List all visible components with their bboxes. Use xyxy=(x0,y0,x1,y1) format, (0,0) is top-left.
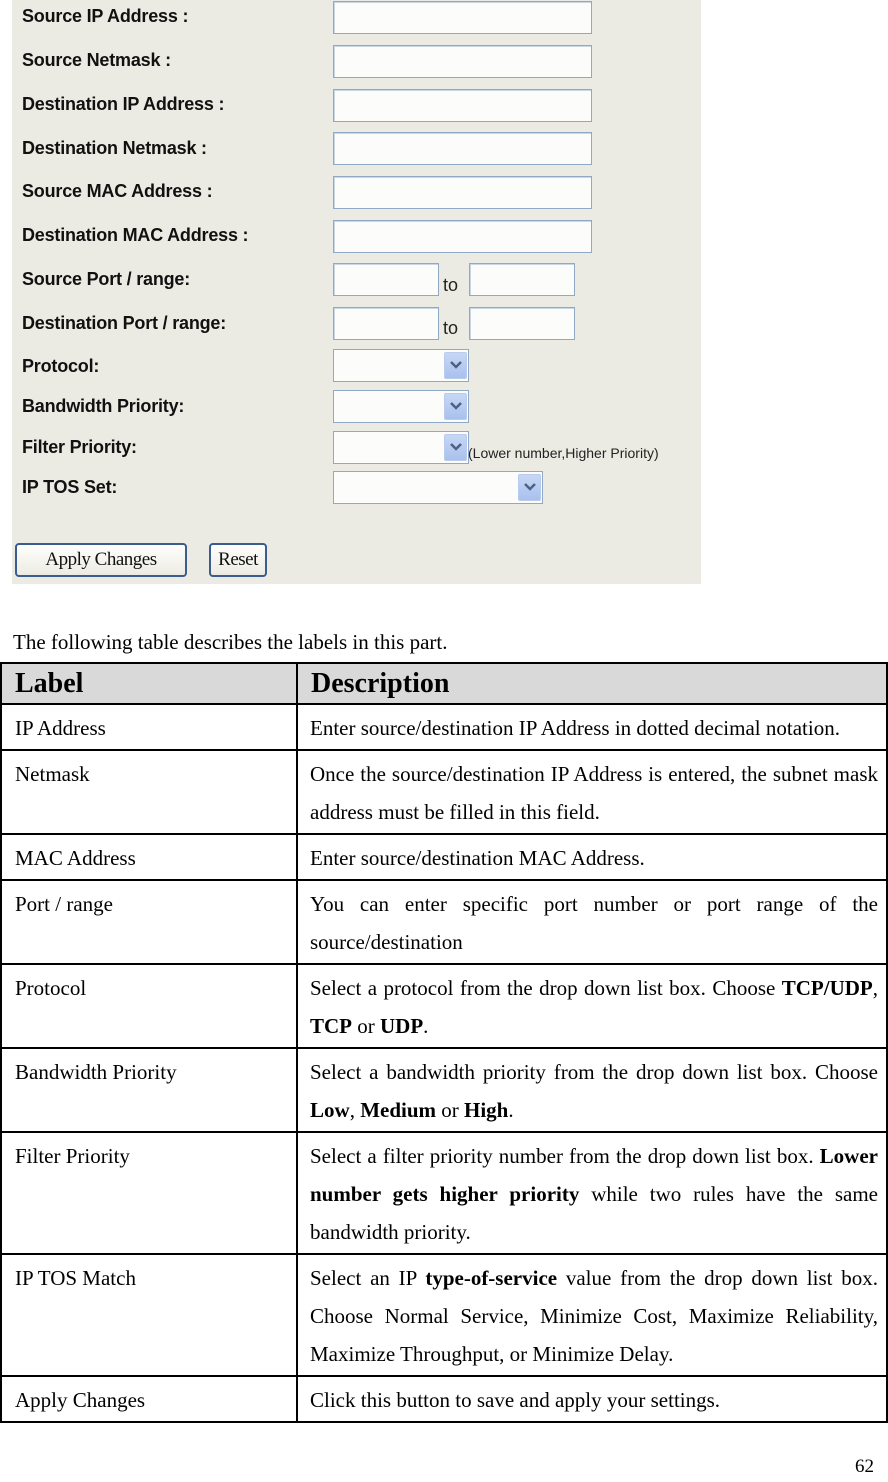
table-row: Protocol Select a protocol from the drop … xyxy=(0,963,888,1049)
description-text: Select a filter priority number from the… xyxy=(310,1144,820,1168)
description-emphasis: type-of-service xyxy=(425,1266,558,1290)
row-description: Enter source/destination IP Address in d… xyxy=(296,703,888,751)
filter-priority-select[interactable] xyxy=(333,431,469,464)
row-label: MAC Address xyxy=(0,833,298,881)
row-label: Filter Priority xyxy=(0,1131,298,1255)
destination-netmask-label: Destination Netmask : xyxy=(22,138,207,158)
table-row: Netmask Once the source/destination IP Ad… xyxy=(0,749,888,835)
row-description: Select a bandwidth priority from the dro… xyxy=(296,1047,888,1133)
table-row: Bandwidth Priority Select a bandwidth pri… xyxy=(0,1047,888,1133)
description-text: . xyxy=(508,1098,514,1122)
destination-ip-input[interactable] xyxy=(333,89,592,122)
description-text: . xyxy=(423,1014,429,1038)
table-row: Port / range You can enter specific port … xyxy=(0,879,888,965)
bandwidth-priority-label: Bandwidth Priority: xyxy=(22,396,185,416)
source-port-to-input[interactable] xyxy=(469,263,575,296)
source-ip-label: Source IP Address : xyxy=(22,6,189,26)
source-netmask-input[interactable] xyxy=(333,45,592,78)
row-label: Port / range xyxy=(0,879,298,965)
protocol-select[interactable] xyxy=(333,349,469,382)
description-text: Select a protocol from the drop down lis… xyxy=(310,976,782,1000)
description-emphasis: UDP xyxy=(380,1014,424,1038)
row-description: You can enter specific port number or po… xyxy=(296,879,888,965)
row-label: IP Address xyxy=(0,703,298,751)
destination-mac-input[interactable] xyxy=(333,220,592,253)
row-label: Protocol xyxy=(0,963,298,1049)
description-emphasis: Medium xyxy=(360,1098,437,1122)
destination-mac-label: Destination MAC Address : xyxy=(22,225,249,245)
description-emphasis: TCP/UDP xyxy=(781,976,873,1000)
filter-priority-hint: (Lower number,Higher Priority) xyxy=(468,445,659,461)
table-row: Filter Priority Select a filter priority … xyxy=(0,1131,888,1255)
ip-tos-label: IP TOS Set: xyxy=(22,477,118,497)
reset-button[interactable]: Reset xyxy=(209,543,267,577)
source-port-label: Source Port / range: xyxy=(22,269,191,289)
row-description: Select a filter priority number from the… xyxy=(296,1131,888,1255)
chevron-down-icon[interactable] xyxy=(444,352,467,379)
description-text: You can enter specific port number or po… xyxy=(310,892,878,954)
table-intro-text: The following table describes the labels… xyxy=(13,630,448,654)
row-label: Bandwidth Priority xyxy=(0,1047,298,1133)
chevron-down-icon[interactable] xyxy=(518,474,541,501)
description-text: Select an IP xyxy=(310,1266,426,1290)
source-port-from-input[interactable] xyxy=(333,263,439,296)
destination-port-to-input[interactable] xyxy=(469,307,575,340)
protocol-label: Protocol: xyxy=(22,356,100,376)
description-text: Once the source/destination IP Address i… xyxy=(310,762,878,824)
description-emphasis: TCP xyxy=(310,1014,352,1038)
ip-tos-select[interactable] xyxy=(333,471,543,504)
row-description: Click this button to save and apply your… xyxy=(296,1375,888,1423)
page-number: 62 xyxy=(855,1456,874,1477)
label-description-table: Label Description IP Address Enter source… xyxy=(0,662,888,1423)
description-emphasis: Low xyxy=(310,1098,350,1122)
header-description: Description xyxy=(296,662,888,705)
description-text: Enter source/destination IP Address in d… xyxy=(310,716,840,740)
row-description: Select a protocol from the drop down lis… xyxy=(296,963,888,1049)
bandwidth-priority-select[interactable] xyxy=(333,390,469,423)
source-mac-input[interactable] xyxy=(333,176,592,209)
description-text: Click this button to save and apply your… xyxy=(310,1388,721,1412)
destination-port-to-label: to xyxy=(443,318,459,338)
row-label: Netmask xyxy=(0,749,298,835)
table-row: IP TOS Match Select an IP type-of-service… xyxy=(0,1253,888,1377)
description-emphasis: High xyxy=(464,1098,509,1122)
description-text: or xyxy=(436,1098,465,1122)
description-text: Enter source/destination MAC Address. xyxy=(310,846,645,870)
row-label: IP TOS Match xyxy=(0,1253,298,1377)
row-label: Apply Changes xyxy=(0,1375,298,1423)
chevron-down-icon[interactable] xyxy=(444,434,467,461)
table-row: IP Address Enter source/destination IP Ad… xyxy=(0,703,888,751)
chevron-down-icon[interactable] xyxy=(444,393,467,420)
apply-changes-button[interactable]: Apply Changes xyxy=(15,543,187,577)
source-port-to-label: to xyxy=(443,275,459,295)
source-netmask-label: Source Netmask : xyxy=(22,50,171,70)
description-text: , xyxy=(349,1098,361,1122)
description-text: Select a bandwidth priority from the dro… xyxy=(310,1060,878,1084)
source-mac-label: Source MAC Address : xyxy=(22,181,213,201)
qos-rule-form-screenshot: Source IP Address : Source Netmask : Des… xyxy=(12,0,701,584)
destination-port-from-input[interactable] xyxy=(333,307,439,340)
destination-netmask-input[interactable] xyxy=(333,132,592,165)
filter-priority-label: Filter Priority: xyxy=(22,437,137,457)
header-label: Label xyxy=(0,662,298,705)
destination-ip-label: Destination IP Address : xyxy=(22,94,225,114)
table-row: Apply Changes Click this button to save a… xyxy=(0,1375,888,1423)
description-text: or xyxy=(352,1014,380,1038)
source-ip-input[interactable] xyxy=(333,1,592,34)
row-description: Once the source/destination IP Address i… xyxy=(296,749,888,835)
destination-port-label: Destination Port / range: xyxy=(22,313,227,333)
row-description: Select an IP type-of-service value from … xyxy=(296,1253,888,1377)
row-description: Enter source/destination MAC Address. xyxy=(296,833,888,881)
table-row: MAC Address Enter source/destination MAC … xyxy=(0,833,888,881)
description-text: , xyxy=(872,976,878,1000)
table-header-row: Label Description xyxy=(0,662,888,705)
